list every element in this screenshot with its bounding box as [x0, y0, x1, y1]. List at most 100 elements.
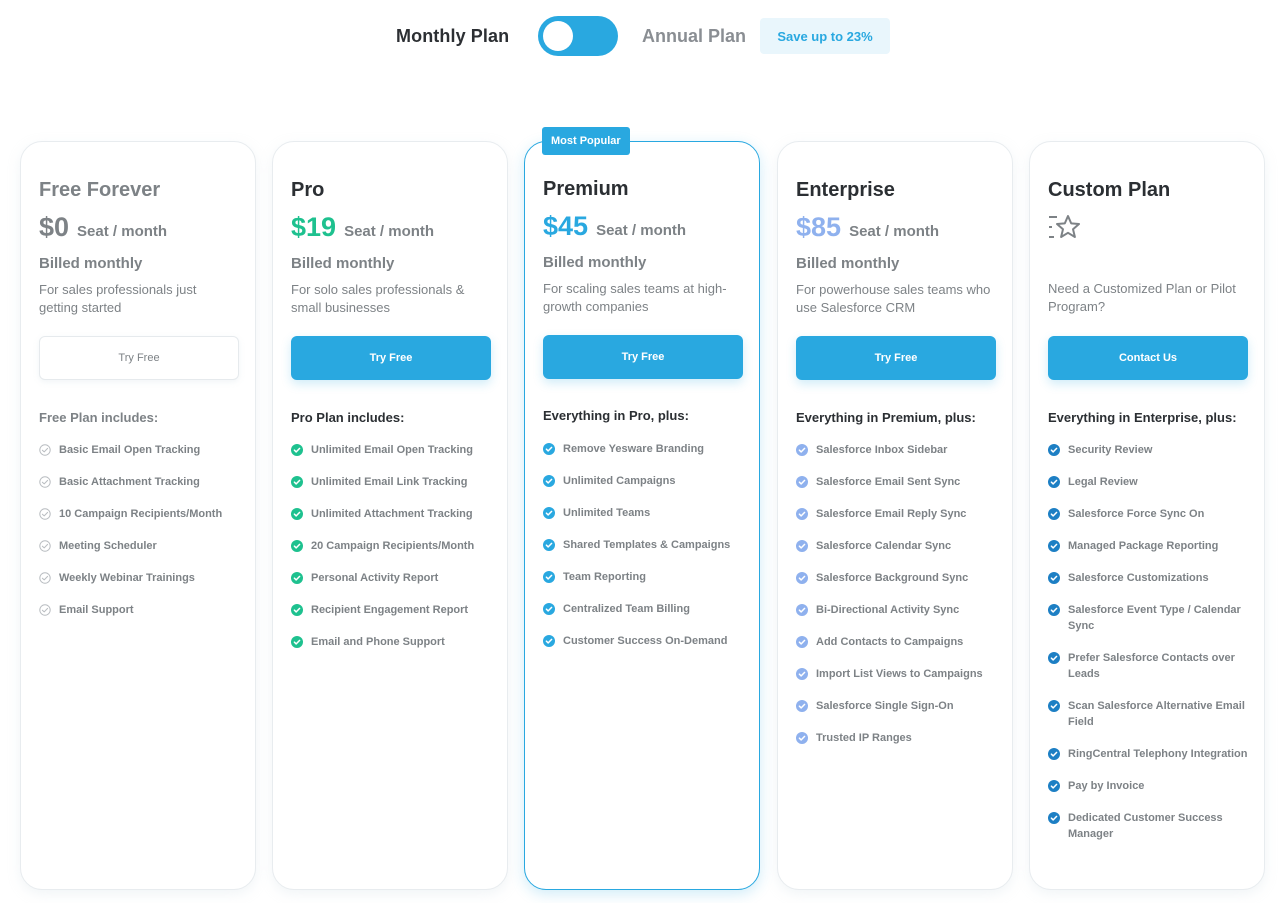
- feature-item: Basic Attachment Tracking: [39, 474, 243, 490]
- star-list-icon: [1049, 215, 1080, 238]
- check-circle-icon: [1048, 508, 1060, 520]
- plan-card-premium: Most Popular Premium $45 Seat / month Bi…: [524, 127, 760, 890]
- feature-label: Unlimited Attachment Tracking: [311, 508, 473, 520]
- check-circle-icon: [291, 476, 303, 488]
- feature-label: Security Review: [1068, 444, 1153, 456]
- feature-label: Trusted IP Ranges: [816, 732, 912, 744]
- feature-item: Remove Yesware Branding: [543, 441, 747, 457]
- feature-item: Unlimited Attachment Tracking: [291, 506, 495, 522]
- try-free-button[interactable]: Try Free: [796, 336, 996, 380]
- feature-label: Bi-Directional Activity Sync: [816, 604, 960, 616]
- feature-item: Pay by Invoice: [1048, 778, 1252, 794]
- check-circle-icon: [1048, 652, 1060, 664]
- plan-name: Custom Plan: [1048, 179, 1171, 201]
- check-circle-icon: [1048, 700, 1060, 712]
- plan-description: For scaling sales teams at high-growth c…: [543, 281, 727, 314]
- check-circle-icon: [543, 603, 555, 615]
- check-circle-icon: [39, 540, 51, 552]
- feature-label: Legal Review: [1068, 476, 1138, 488]
- feature-label: Remove Yesware Branding: [563, 443, 705, 455]
- feature-label: Dedicated Customer Success Manager: [1068, 812, 1223, 840]
- feature-label: Recipient Engagement Report: [311, 604, 469, 616]
- feature-label: Unlimited Teams: [563, 507, 651, 519]
- price-unit: Seat / month: [596, 222, 687, 239]
- check-circle-icon: [543, 571, 555, 583]
- plan-card-free: Free Forever $0 Seat / month Billed mont…: [20, 141, 256, 890]
- feature-label: Unlimited Email Link Tracking: [311, 476, 468, 488]
- try-free-button[interactable]: Try Free: [291, 336, 491, 380]
- check-circle-icon: [543, 539, 555, 551]
- feature-label: Unlimited Campaigns: [563, 475, 676, 487]
- feature-item: Dedicated Customer Success Manager: [1048, 810, 1252, 842]
- feature-label: Meeting Scheduler: [59, 540, 157, 552]
- toggle-knob: [543, 21, 573, 51]
- try-free-button[interactable]: Try Free: [39, 336, 239, 380]
- price-row: $0 Seat / month: [39, 212, 167, 243]
- plan-name: Premium: [543, 178, 629, 200]
- feature-label: Basic Email Open Tracking: [59, 444, 201, 456]
- feature-label: Email and Phone Support: [311, 636, 445, 648]
- feature-item: Personal Activity Report: [291, 570, 495, 586]
- feature-item: Bi-Directional Activity Sync: [796, 602, 1000, 618]
- feature-label: Shared Templates & Campaigns: [563, 539, 731, 551]
- try-free-button[interactable]: Try Free: [543, 335, 743, 379]
- billing-toggle-bar: Monthly Plan Annual Plan Save up to 23%: [0, 16, 1286, 56]
- features-title: Free Plan includes:: [39, 410, 159, 425]
- feature-label: Salesforce Single Sign-On: [816, 700, 954, 712]
- billing-period-toggle[interactable]: [538, 16, 618, 56]
- feature-label: Pay by Invoice: [1068, 780, 1145, 792]
- feature-label: Salesforce Force Sync On: [1068, 508, 1205, 520]
- contact-us-button[interactable]: Contact Us: [1048, 336, 1248, 380]
- check-circle-icon: [39, 508, 51, 520]
- check-circle-icon: [1048, 476, 1060, 488]
- check-circle-icon: [1048, 748, 1060, 760]
- feature-item: Managed Package Reporting: [1048, 538, 1252, 554]
- check-circle-icon: [796, 476, 808, 488]
- feature-item: Salesforce Customizations: [1048, 570, 1252, 586]
- price-unit: Seat / month: [849, 223, 940, 240]
- annual-plan-label[interactable]: Annual Plan: [642, 26, 746, 47]
- feature-item: Salesforce Force Sync On: [1048, 506, 1252, 522]
- features-title: Everything in Enterprise, plus:: [1048, 410, 1237, 425]
- billing-note: Billed monthly: [543, 254, 647, 271]
- check-circle-icon: [291, 572, 303, 584]
- billing-note: Billed monthly: [796, 255, 900, 272]
- features-title: Pro Plan includes:: [291, 410, 405, 425]
- check-circle-icon: [796, 732, 808, 744]
- feature-label: 10 Campaign Recipients/Month: [59, 508, 223, 520]
- price-row: $19 Seat / month: [291, 212, 434, 243]
- check-circle-icon: [291, 508, 303, 520]
- feature-item: Add Contacts to Campaigns: [796, 634, 1000, 650]
- check-circle-icon: [39, 444, 51, 456]
- check-circle-icon: [796, 668, 808, 680]
- plan-name: Free Forever: [39, 179, 161, 201]
- plan-description: Need a Customized Plan or Pilot Program?: [1048, 281, 1236, 314]
- check-circle-icon: [291, 636, 303, 648]
- check-circle-icon: [1048, 572, 1060, 584]
- feature-label: Scan Salesforce Alternative Email Field: [1068, 700, 1245, 728]
- monthly-plan-label[interactable]: Monthly Plan: [396, 26, 509, 47]
- price-unit: Seat / month: [77, 223, 168, 240]
- feature-label: Customer Success On-Demand: [563, 635, 728, 647]
- feature-label: Team Reporting: [563, 571, 646, 583]
- check-circle-icon: [796, 636, 808, 648]
- check-circle-icon: [1048, 540, 1060, 552]
- feature-item: Salesforce Background Sync: [796, 570, 1000, 586]
- feature-item: Salesforce Inbox Sidebar: [796, 442, 1000, 458]
- price-row: $85 Seat / month: [796, 212, 939, 243]
- feature-label: Import List Views to Campaigns: [816, 668, 983, 680]
- feature-list: Basic Email Open Tracking Basic Attachmen…: [39, 442, 243, 634]
- feature-label: Salesforce Background Sync: [816, 572, 969, 584]
- check-circle-icon: [796, 572, 808, 584]
- save-badge: Save up to 23%: [760, 18, 890, 54]
- feature-list: Security Review Legal Review Salesforce Fo…: [1048, 442, 1252, 858]
- feature-item: Basic Email Open Tracking: [39, 442, 243, 458]
- features-title: Everything in Pro, plus:: [543, 408, 689, 423]
- check-circle-icon: [291, 604, 303, 616]
- check-circle-icon: [39, 604, 51, 616]
- plan-description: For powerhouse sales teams who use Sales…: [796, 282, 991, 315]
- check-circle-icon: [291, 444, 303, 456]
- check-circle-icon: [796, 508, 808, 520]
- feature-label: Managed Package Reporting: [1068, 540, 1219, 552]
- plan-card-enterprise: Enterprise $85 Seat / month Billed month…: [777, 141, 1013, 890]
